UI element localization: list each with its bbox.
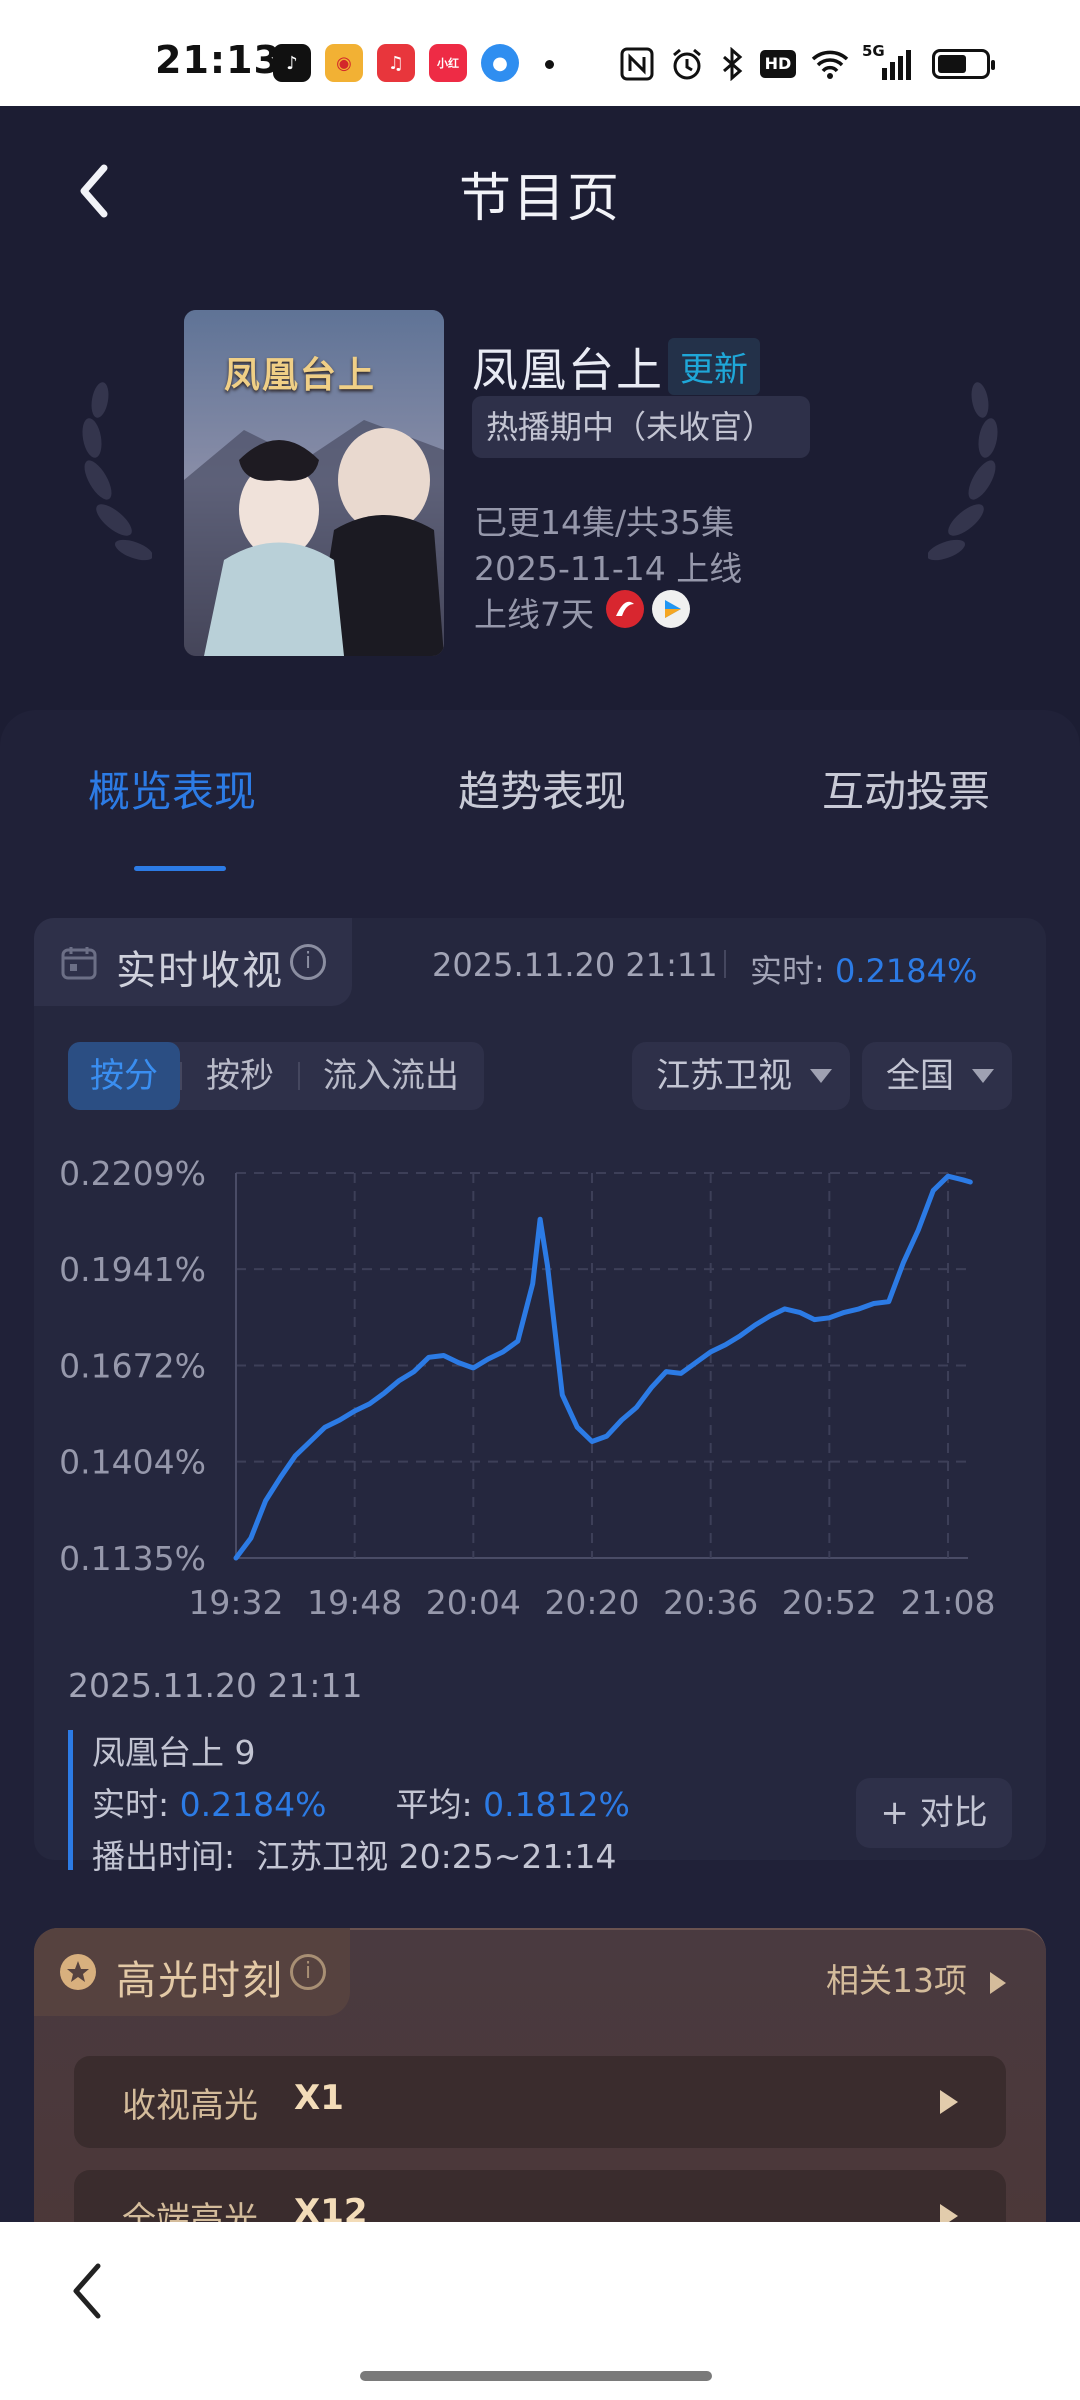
episode-count: 已更14集/共35集: [474, 503, 735, 542]
segment-by-second[interactable]: 按秒: [184, 1042, 296, 1110]
rating-summary: 实时: 0.2184% 平均: 0.1812%: [92, 1785, 630, 1824]
x-tick-label: 19:48: [307, 1583, 402, 1622]
ratings-series-line: [233, 1173, 973, 1561]
live-rating-value: 0.2184%: [179, 1785, 327, 1824]
region-dropdown[interactable]: 全国: [862, 1042, 1012, 1110]
star-badge-icon: [60, 1954, 96, 1990]
episode-label: 凤凰台上 9: [92, 1733, 256, 1772]
x-tick-label: 20:52: [782, 1583, 877, 1622]
weibo-icon: ◉: [325, 44, 363, 82]
realtime-rating: 实时: 0.2184%: [750, 952, 978, 990]
series-color-bar: [68, 1730, 73, 1870]
tab-overview[interactable]: 概览表现: [88, 758, 256, 819]
bluetooth-icon: [723, 47, 743, 81]
show-title: 凤凰台上: [472, 343, 664, 397]
battery-icon: [932, 49, 995, 79]
xiaohongshu-icon: 小红: [429, 44, 467, 82]
music-icon: ♫: [377, 44, 415, 82]
info-icon[interactable]: i: [290, 944, 326, 980]
status-pill: 热播期中（未收官）: [472, 396, 810, 458]
y-tick-label: 0.1135%: [59, 1539, 206, 1578]
divider: [298, 1062, 300, 1090]
highlight-related-link[interactable]: 相关13项: [826, 1954, 1006, 2002]
nfc-icon: [620, 47, 654, 81]
status-time: 21:13: [155, 38, 281, 82]
channel-dropdown[interactable]: 江苏卫视: [632, 1042, 850, 1110]
home-indicator[interactable]: [360, 2371, 712, 2381]
realtime-timestamp: 2025.11.20 21:11: [432, 946, 718, 984]
segment-by-minute[interactable]: 按分: [68, 1042, 180, 1110]
status-bar: 21:13 ♪ ◉ ♫ 小红 ● HD 5G: [0, 0, 1080, 106]
tab-vote[interactable]: 互动投票: [822, 758, 990, 819]
tiktok-icon: ♪: [273, 44, 311, 82]
divider: [724, 950, 726, 978]
alarm-icon: [673, 48, 701, 80]
x-tick-label: 20:36: [663, 1583, 758, 1622]
tab-trend[interactable]: 趋势表现: [458, 758, 626, 819]
browser-icon: ●: [481, 44, 519, 82]
calendar-icon: [61, 947, 97, 980]
tab-indicator: [134, 866, 226, 871]
caret-down-icon: [810, 1069, 832, 1083]
hd-icon: HD: [760, 50, 796, 78]
update-badge: 更新: [668, 338, 760, 395]
y-tick-label: 0.1404%: [59, 1443, 206, 1482]
divider: [180, 1062, 182, 1090]
5g-signal-icon: 5G: [862, 42, 912, 80]
highlight-title: 高光时刻: [116, 1958, 284, 2004]
airtime-label: 播出时间: 江苏卫视 20:25~21:14: [92, 1837, 617, 1876]
poster-title: 凤凰台上: [224, 354, 377, 396]
show-poster[interactable]: 凤凰台上: [184, 310, 444, 656]
laurel-right-icon: [928, 382, 998, 561]
segment-flow[interactable]: 流入流出: [302, 1042, 480, 1110]
x-tick-label: 20:20: [544, 1583, 639, 1622]
play-arrow-icon: [940, 2090, 958, 2114]
days-online: 上线7天: [474, 595, 594, 634]
more-notifications-icon: [545, 60, 554, 69]
app-header: 节目页: [0, 106, 1080, 266]
info-icon[interactable]: i: [290, 1954, 326, 1990]
page-title: 节目页: [458, 169, 621, 229]
y-tick-label: 0.1941%: [59, 1250, 206, 1289]
x-tick-label: 20:04: [426, 1583, 521, 1622]
selected-timestamp: 2025.11.20 21:11: [68, 1666, 363, 1705]
average-rating-value: 0.1812%: [483, 1785, 630, 1824]
system-back-icon[interactable]: [62, 2256, 112, 2326]
x-tick-label: 19:32: [188, 1583, 283, 1622]
realtime-rating-value: 0.2184%: [834, 952, 978, 990]
laurel-left-icon: [82, 382, 152, 561]
caret-down-icon: [972, 1069, 994, 1083]
compare-button[interactable]: + 对比: [856, 1778, 1012, 1848]
release-date: 2025-11-14 上线: [474, 549, 743, 588]
x-tick-label: 21:08: [900, 1583, 995, 1622]
wifi-icon: [811, 50, 849, 79]
y-tick-label: 0.1672%: [59, 1347, 206, 1386]
highlight-row-ratings[interactable]: 收视高光 X1: [74, 2056, 1006, 2148]
realtime-title: 实时收视: [116, 948, 284, 994]
status-right-icons: HD 5G: [620, 42, 995, 81]
channel-logo-icon: [606, 590, 644, 628]
y-tick-label: 0.2209%: [59, 1154, 206, 1193]
ratings-line-chart[interactable]: 0.2209% 0.1941% 0.1672% 0.1404% 0.1135% 19:32…: [40, 1140, 1040, 1640]
play-arrow-icon: [989, 1972, 1006, 1994]
streaming-platform-icon: [652, 590, 690, 628]
